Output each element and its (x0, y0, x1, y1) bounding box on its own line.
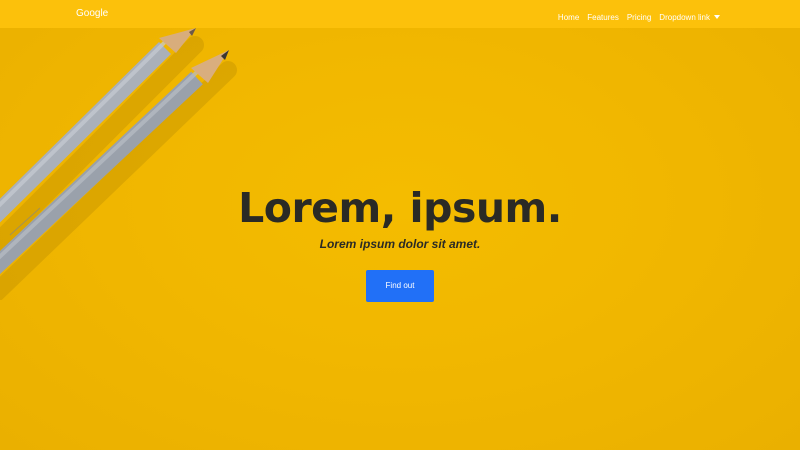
nav-item-home: Home (558, 7, 579, 25)
brand-logo[interactable]: Google (76, 7, 108, 21)
nav-link-features[interactable]: Features (587, 13, 619, 22)
hero-subtitle: Lorem ipsum dolor sit amet. (319, 237, 481, 251)
nav-link-dropdown[interactable]: Dropdown link (659, 13, 720, 22)
dropdown-caret-icon (714, 15, 720, 19)
dropdown-link-label: Dropdown link (659, 13, 710, 22)
nav-item-features: Features (587, 7, 619, 25)
landing-page: Google Home Features Pricing Dropdown li… (0, 0, 800, 450)
nav-item-pricing: Pricing (627, 7, 651, 25)
nav-item-dropdown: Dropdown link (659, 7, 720, 25)
nav-link-pricing[interactable]: Pricing (627, 13, 651, 22)
top-navbar: Google Home Features Pricing Dropdown li… (0, 0, 800, 28)
find-out-button[interactable]: Find out (366, 270, 434, 302)
hero-title: Lorem, ipsum. (238, 184, 562, 232)
hero-section: Lorem, ipsum. Lorem ipsum dolor sit amet… (0, 180, 800, 302)
nav-link-home[interactable]: Home (558, 13, 579, 22)
nav-links: Home Features Pricing Dropdown link (558, 7, 720, 25)
